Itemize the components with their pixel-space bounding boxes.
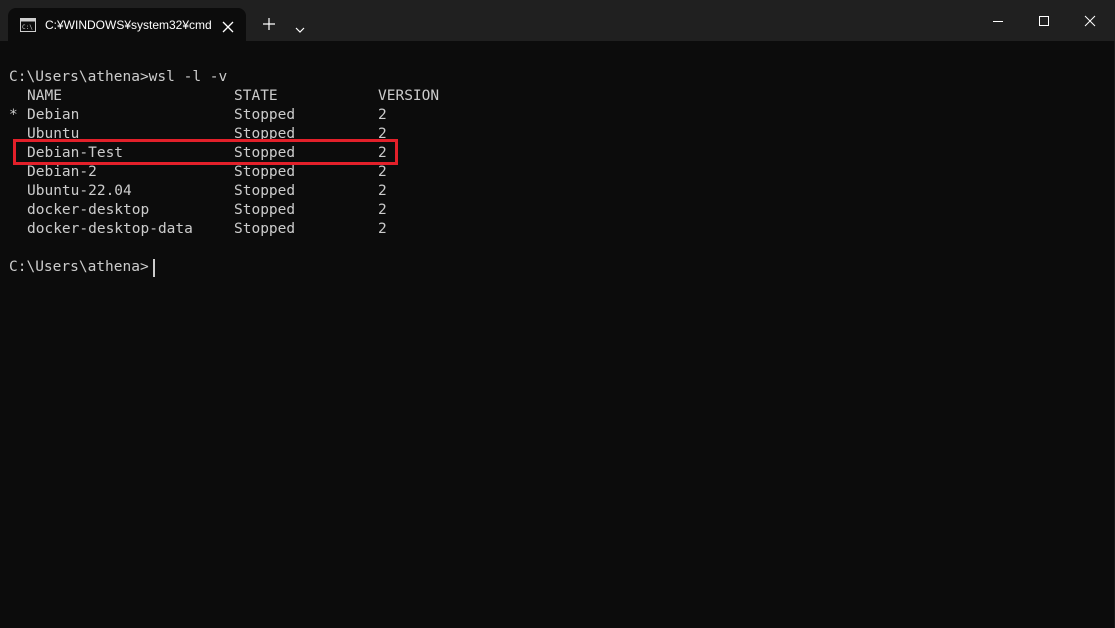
console-output[interactable]: C:\Users\athena>wsl -l -v NAME STATE VER… xyxy=(0,41,1115,628)
header-version: VERSION xyxy=(378,88,440,104)
prompt-line: C:\Users\athena> xyxy=(9,259,149,275)
minimize-button[interactable] xyxy=(975,0,1021,41)
distro-version: 2 xyxy=(378,164,387,180)
text-cursor xyxy=(153,259,155,277)
distro-state: Stopped xyxy=(234,107,296,123)
tab-cmd[interactable]: C:\ C:¥WINDOWS¥system32¥cmd xyxy=(8,8,246,41)
svg-text:C:\: C:\ xyxy=(22,24,33,31)
chevron-down-icon[interactable] xyxy=(294,19,306,33)
tab-title: C:¥WINDOWS¥system32¥cmd xyxy=(45,18,212,32)
distro-state: Stopped xyxy=(234,183,296,199)
distro-name: Debian xyxy=(27,107,80,123)
distro-name: docker-desktop-data xyxy=(27,221,193,237)
distro-state: Stopped xyxy=(234,221,296,237)
plus-icon[interactable] xyxy=(262,16,276,30)
highlight-annotation xyxy=(13,139,398,165)
command-line: C:\Users\athena>wsl -l -v xyxy=(9,69,228,85)
terminal-window: C:\ C:¥WINDOWS¥system32¥cmd C:\Users\ath… xyxy=(0,0,1115,628)
console-icon: C:\ xyxy=(20,17,36,32)
distro-name: Debian-2 xyxy=(27,164,97,180)
table-header: NAME STATE VERSION xyxy=(9,87,439,106)
title-bar: C:\ C:¥WINDOWS¥system32¥cmd xyxy=(0,0,1115,41)
distro-name: docker-desktop xyxy=(27,202,150,218)
distro-version: 2 xyxy=(378,107,387,123)
distro-version: 2 xyxy=(378,221,387,237)
distro-name: Ubuntu-22.04 xyxy=(27,183,132,199)
distro-state: Stopped xyxy=(234,164,296,180)
table-row: Ubuntu-22.04 Stopped 2 xyxy=(9,182,387,201)
distro-version: 2 xyxy=(378,202,387,218)
distro-state: Stopped xyxy=(234,202,296,218)
table-row: docker-desktop-data Stopped 2 xyxy=(9,220,387,239)
table-row: Debian-2 Stopped 2 xyxy=(9,163,387,182)
table-row: * Debian Stopped 2 xyxy=(9,106,387,125)
maximize-icon xyxy=(1039,16,1049,26)
default-marker: * xyxy=(9,107,18,123)
close-icon xyxy=(1084,15,1096,27)
minimize-icon xyxy=(993,21,1003,22)
table-row: docker-desktop Stopped 2 xyxy=(9,201,387,220)
close-icon[interactable] xyxy=(222,18,234,33)
window-close-button[interactable] xyxy=(1067,0,1113,41)
maximize-button[interactable] xyxy=(1021,0,1067,41)
distro-version: 2 xyxy=(378,183,387,199)
header-state: STATE xyxy=(234,88,278,104)
header-name: NAME xyxy=(27,88,62,104)
